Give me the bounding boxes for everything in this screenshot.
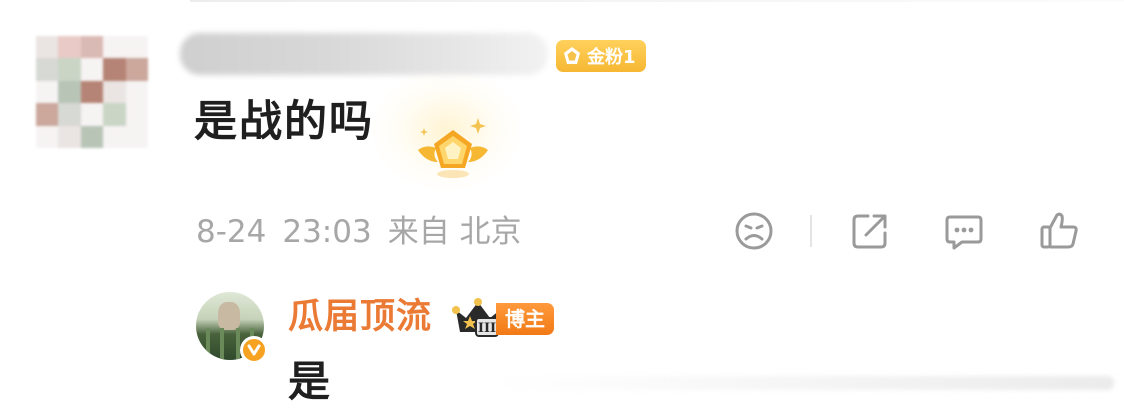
commenter-username-blurred[interactable]: [180, 33, 548, 75]
like-button[interactable]: [1036, 207, 1084, 255]
reply-text: 是: [288, 357, 331, 406]
like-thumb-icon: [1040, 212, 1078, 249]
verified-v-icon: [247, 344, 261, 356]
host-tag: 博主: [496, 303, 554, 335]
share-icon: [852, 214, 887, 249]
reply-fade: [500, 376, 1114, 390]
gem-icon: [564, 47, 580, 64]
dislike-button[interactable]: [730, 207, 778, 255]
verified-badge: [240, 336, 268, 364]
replier-name[interactable]: 瓜届顶流: [288, 293, 432, 341]
avatar-animal: [218, 302, 240, 330]
commenter-avatar[interactable]: [36, 36, 148, 148]
actions-divider: [810, 215, 812, 247]
top-divider: [190, 0, 1124, 2]
comment-actions: [0, 207, 1124, 257]
winged-gem-emblem-icon: [418, 118, 488, 178]
comment-text: 是战的吗: [194, 97, 374, 147]
crown-level: III: [478, 321, 496, 336]
fan-badge-label: 金粉1: [587, 47, 636, 68]
reply-comment-button[interactable]: [940, 207, 988, 255]
fan-level-badge[interactable]: 金粉1: [556, 40, 646, 72]
share-button[interactable]: [846, 207, 894, 255]
comment-icon: [945, 215, 983, 250]
dislike-face-icon: [735, 212, 773, 250]
